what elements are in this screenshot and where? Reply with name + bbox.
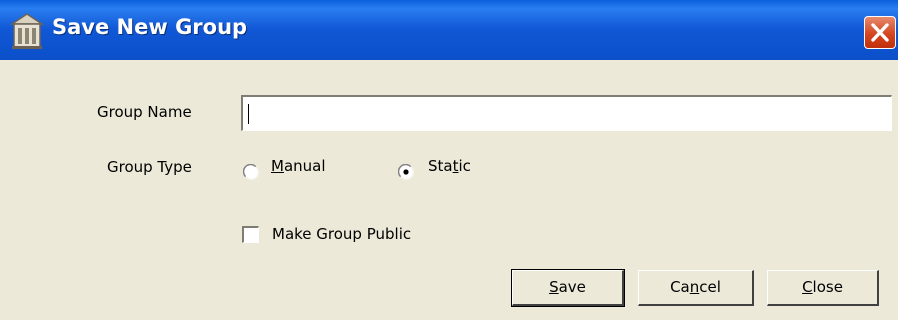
close-window-button[interactable] (864, 16, 896, 49)
close-x-icon (871, 23, 889, 42)
title-bar[interactable]: Save New Group (0, 0, 898, 60)
radio-static[interactable] (397, 163, 415, 181)
make-public-checkbox[interactable] (242, 226, 259, 243)
text-caret (248, 104, 249, 124)
cancel-button[interactable]: Cancel (638, 270, 754, 306)
group-type-label: Group Type (107, 158, 192, 176)
group-name-input[interactable] (241, 95, 892, 131)
group-building-icon (8, 10, 46, 52)
window-title: Save New Group (52, 15, 248, 39)
save-new-group-dialog: Save New Group Group Name Group Type Man… (0, 0, 898, 320)
radio-manual-label: Manual (271, 157, 326, 175)
group-name-label: Group Name (97, 103, 192, 121)
close-button[interactable]: Close (767, 270, 879, 306)
radio-static-label: Static (428, 157, 471, 175)
radio-manual[interactable] (242, 163, 260, 181)
save-button[interactable]: Save (511, 269, 625, 307)
make-public-label: Make Group Public (272, 225, 412, 243)
radio-selected-dot (403, 169, 409, 175)
